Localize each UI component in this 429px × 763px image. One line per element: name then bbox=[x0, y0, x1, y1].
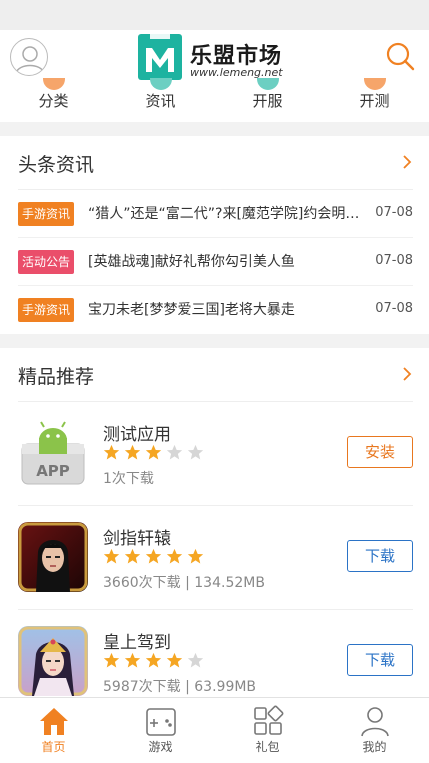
app-meta: 5987次下载 | 63.99MB bbox=[103, 679, 257, 695]
star-filled-icon bbox=[124, 548, 141, 564]
quick-nav-beta-test[interactable]: 开测 bbox=[321, 78, 428, 122]
news-date: 07-08 bbox=[375, 205, 413, 220]
game-warrior-icon bbox=[18, 522, 88, 592]
tab-home[interactable]: 首页 bbox=[0, 698, 107, 763]
svg-text:APP: APP bbox=[36, 462, 70, 480]
app-downloads: 3660次下载 bbox=[103, 575, 181, 591]
app-package-icon: APP bbox=[18, 418, 88, 488]
install-button[interactable]: 安装 bbox=[347, 436, 413, 468]
server-open-icon bbox=[256, 78, 279, 90]
star-filled-icon bbox=[187, 548, 204, 564]
news-title: “猎人”还是“富二代”?来[魔范学院]约会明星姐妹 bbox=[88, 206, 369, 222]
beta-test-icon bbox=[363, 78, 386, 90]
star-filled-icon bbox=[124, 652, 141, 668]
headline-news-header[interactable]: 头条资讯 bbox=[18, 136, 413, 190]
news-title: 宝刀未老[梦梦爱三国]老将大暴走 bbox=[88, 302, 295, 318]
search-icon bbox=[386, 42, 415, 71]
avatar[interactable] bbox=[10, 38, 48, 76]
featured-section: 精品推荐 APP 测试应用 1次下载 安装 剑指轩辕 3660次下载 | 134… bbox=[0, 348, 429, 697]
rating-stars bbox=[103, 444, 204, 464]
headline-news-section: 头条资讯 手游资讯 “猎人”还是“富二代”?来[魔范学院]约会明星姐妹 07-0… bbox=[0, 136, 429, 334]
quick-nav-label: 开服 bbox=[252, 92, 283, 110]
bottom-tab-bar: 首页 游戏 礼包 我的 bbox=[0, 697, 429, 763]
app-list-item[interactable]: APP 测试应用 1次下载 安装 bbox=[18, 402, 413, 506]
star-filled-icon bbox=[145, 548, 162, 564]
app-list-item[interactable]: 剑指轩辕 3660次下载 | 134.52MB 下载 bbox=[18, 506, 413, 610]
news-item[interactable]: 手游资讯 宝刀未老[梦梦爱三国]老将大暴走 07-08 bbox=[18, 286, 413, 334]
quick-nav-label: 分类 bbox=[38, 92, 69, 110]
quick-nav-label: 资讯 bbox=[145, 92, 176, 110]
star-filled-icon bbox=[103, 548, 120, 564]
star-empty-icon bbox=[187, 652, 204, 668]
app-size: 134.52MB bbox=[194, 575, 265, 591]
quick-nav-news[interactable]: 资讯 bbox=[107, 78, 214, 122]
star-empty-icon bbox=[187, 444, 204, 460]
news-icon bbox=[149, 78, 172, 90]
news-title: [英雄战魂]献好礼帮你勾引美人鱼 bbox=[88, 254, 295, 270]
quick-nav-label: 开测 bbox=[359, 92, 390, 110]
star-filled-icon bbox=[166, 548, 183, 564]
tab-label: 游戏 bbox=[148, 740, 173, 754]
app-name: 皇上驾到 bbox=[103, 633, 171, 653]
tab-mine[interactable]: 我的 bbox=[321, 698, 428, 763]
home-icon bbox=[39, 708, 68, 735]
gamepad-icon bbox=[145, 708, 176, 736]
app-downloads: 1次下载 bbox=[103, 471, 154, 487]
user-avatar-icon bbox=[15, 46, 45, 74]
news-tag: 手游资讯 bbox=[18, 202, 75, 226]
star-empty-icon bbox=[166, 444, 183, 460]
star-filled-icon bbox=[103, 444, 120, 460]
search-button[interactable] bbox=[383, 40, 417, 74]
app-logo: 乐盟市场 www.lemeng.net bbox=[138, 34, 298, 82]
status-strip bbox=[0, 0, 429, 30]
app-name: 剑指轩辕 bbox=[103, 529, 171, 549]
app-downloads: 5987次下载 bbox=[103, 679, 181, 695]
featured-header[interactable]: 精品推荐 bbox=[18, 348, 413, 402]
news-date: 07-08 bbox=[375, 301, 413, 316]
tab-label: 我的 bbox=[362, 740, 387, 754]
star-filled-icon bbox=[166, 652, 183, 668]
news-tag: 手游资讯 bbox=[18, 298, 75, 322]
news-date: 07-08 bbox=[375, 253, 413, 268]
news-item[interactable]: 手游资讯 “猎人”还是“富二代”?来[魔范学院]约会明星姐妹 07-08 bbox=[18, 190, 413, 238]
star-filled-icon bbox=[145, 444, 162, 460]
star-filled-icon bbox=[103, 652, 120, 668]
quick-nav-server-open[interactable]: 开服 bbox=[214, 78, 321, 122]
app-name: 测试应用 bbox=[103, 425, 171, 445]
chevron-right-icon[interactable] bbox=[401, 152, 413, 172]
download-button[interactable]: 下载 bbox=[347, 644, 413, 676]
category-icon bbox=[42, 78, 65, 90]
rating-stars bbox=[103, 652, 204, 672]
app-meta: 3660次下载 | 134.52MB bbox=[103, 575, 265, 591]
logo-mark-icon bbox=[138, 34, 182, 80]
quick-nav: 分类 资讯 开服 开测 bbox=[0, 78, 429, 122]
app-list-item[interactable]: 皇上驾到 5987次下载 | 63.99MB 下载 bbox=[18, 610, 413, 697]
chevron-right-icon[interactable] bbox=[401, 364, 413, 384]
section-title: 头条资讯 bbox=[18, 154, 95, 176]
tab-games[interactable]: 游戏 bbox=[107, 698, 214, 763]
star-filled-icon bbox=[124, 444, 141, 460]
news-item[interactable]: 活动公告 [英雄战魂]献好礼帮你勾引美人鱼 07-08 bbox=[18, 238, 413, 286]
download-button[interactable]: 下载 bbox=[347, 540, 413, 572]
tab-label: 礼包 bbox=[255, 740, 280, 754]
rating-stars bbox=[103, 548, 204, 568]
tab-label: 首页 bbox=[41, 740, 66, 754]
quick-nav-category[interactable]: 分类 bbox=[0, 78, 107, 122]
news-tag: 活动公告 bbox=[18, 250, 75, 274]
user-icon bbox=[360, 707, 389, 737]
tab-gifts[interactable]: 礼包 bbox=[214, 698, 321, 763]
game-empress-icon bbox=[18, 626, 88, 696]
star-filled-icon bbox=[145, 652, 162, 668]
section-title: 精品推荐 bbox=[18, 366, 95, 388]
gift-grid-icon bbox=[253, 705, 283, 735]
app-size: 63.99MB bbox=[194, 679, 257, 695]
